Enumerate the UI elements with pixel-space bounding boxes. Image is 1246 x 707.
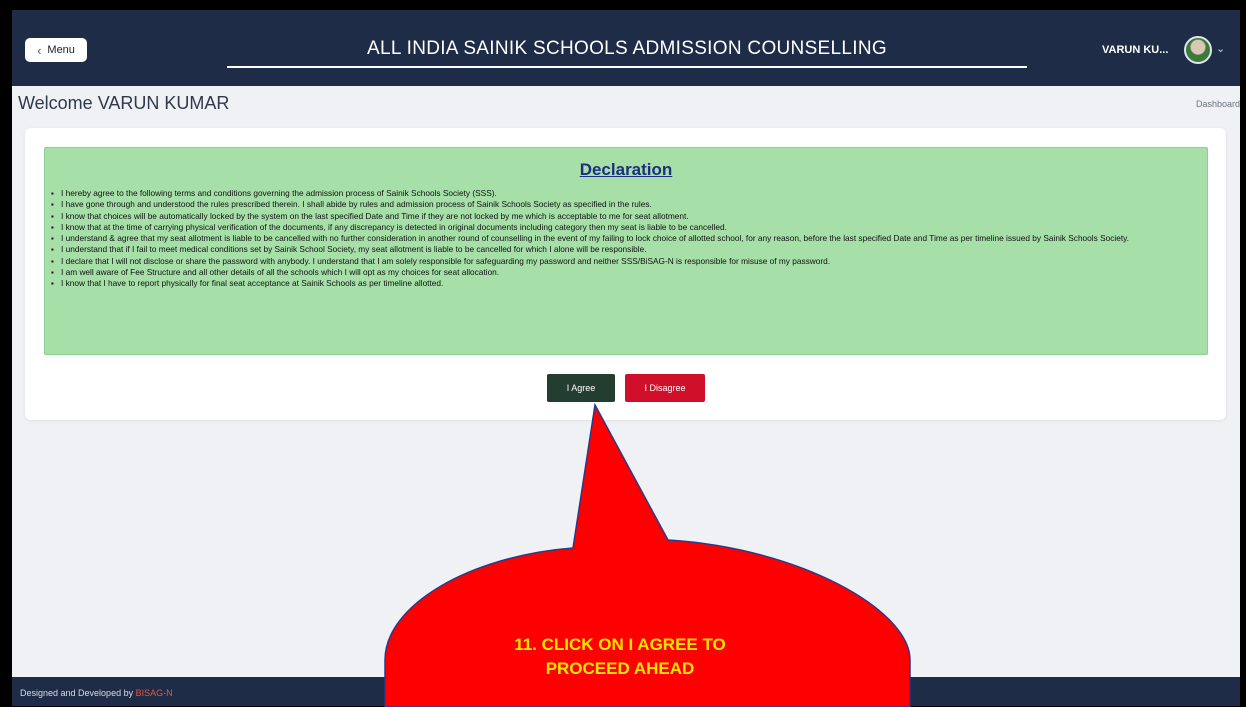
footer-prefix: Designed and Developed by xyxy=(20,688,136,698)
callout-text: 11. CLICK ON I AGREE TO PROCEED AHEAD xyxy=(440,633,800,681)
user-name[interactable]: VARUN KU... xyxy=(1102,44,1168,56)
agree-button[interactable]: I Agree xyxy=(547,374,615,402)
declaration-panel: Declaration I hereby agree to the follow… xyxy=(44,147,1208,355)
chevron-down-icon[interactable]: ⌄ xyxy=(1216,42,1225,55)
breadcrumb[interactable]: Dashboard xyxy=(1196,99,1240,109)
callout-line-1: 11. CLICK ON I AGREE TO xyxy=(514,635,726,654)
declaration-card: Declaration I hereby agree to the follow… xyxy=(25,128,1226,420)
list-item: I have gone through and understood the r… xyxy=(51,199,1201,211)
chevron-left-icon: ‹ xyxy=(37,42,42,58)
app-title: ALL INDIA SAINIK SCHOOLS ADMISSION COUNS… xyxy=(367,38,887,59)
avatar[interactable] xyxy=(1184,36,1212,64)
declaration-title: Declaration xyxy=(579,160,673,179)
list-item: I know that I have to report physically … xyxy=(51,278,1201,290)
app-window: ‹ Menu ALL INDIA SAINIK SCHOOLS ADMISSIO… xyxy=(12,10,1240,706)
footer: Designed and Developed by BISAG-N xyxy=(12,677,1240,706)
list-item: I understand & agree that my seat allotm… xyxy=(51,233,1201,245)
title-underline xyxy=(227,66,1027,68)
page-title: Welcome VARUN KUMAR xyxy=(18,93,230,113)
menu-button[interactable]: ‹ Menu xyxy=(25,38,87,62)
top-navbar: ‹ Menu ALL INDIA SAINIK SCHOOLS ADMISSIO… xyxy=(12,10,1240,86)
list-item: I know that at the time of carrying phys… xyxy=(51,222,1201,234)
footer-brand-link[interactable]: BISAG-N xyxy=(136,688,173,698)
list-item: I hereby agree to the following terms an… xyxy=(51,188,1201,200)
footer-credit: Designed and Developed by BISAG-N xyxy=(20,688,173,698)
list-item: I am well aware of Fee Structure and all… xyxy=(51,267,1201,279)
list-item: I declare that I will not disclose or sh… xyxy=(51,256,1201,268)
declaration-list: I hereby agree to the following terms an… xyxy=(51,188,1201,290)
list-item: I understand that if I fail to meet medi… xyxy=(51,244,1201,256)
disagree-button[interactable]: I Disagree xyxy=(625,374,705,402)
menu-button-label: Menu xyxy=(47,44,75,56)
callout-line-2: PROCEED AHEAD xyxy=(545,659,695,678)
list-item: I know that choices will be automaticall… xyxy=(51,211,1201,223)
